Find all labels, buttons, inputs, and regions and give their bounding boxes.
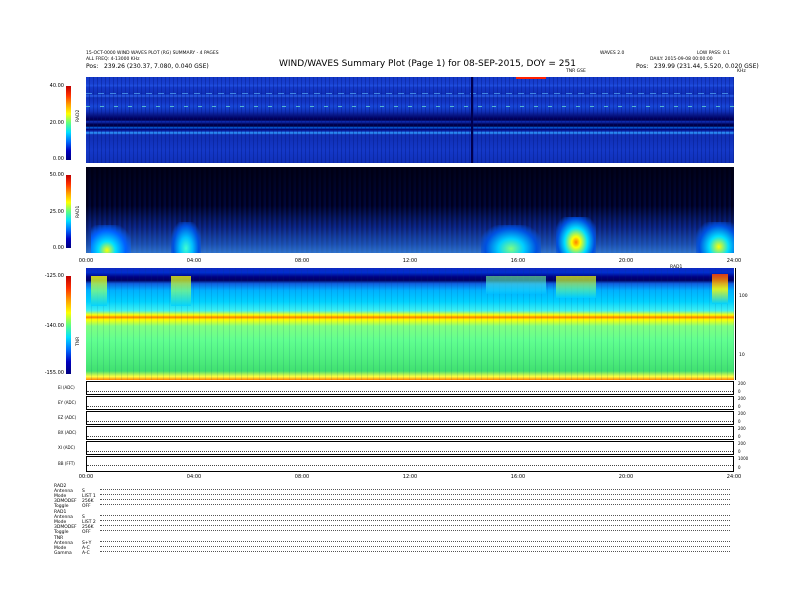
tnr-spectrogram bbox=[86, 268, 734, 380]
time-tick-12: 12:00 bbox=[402, 258, 418, 264]
rad2-cb-tick-bottom: 0.00 bbox=[52, 156, 64, 162]
param-rad2-toggle: Toggle bbox=[54, 504, 69, 509]
header-right-line2: DAILY: 2015-09-08 00:00:00 bbox=[650, 57, 713, 62]
rad2-cb-tick-top: 40.00 bbox=[49, 83, 64, 89]
param-dots-row bbox=[100, 518, 730, 521]
rad2-colorbar bbox=[66, 86, 71, 160]
strip-ey-label: EY (ADC) bbox=[58, 400, 76, 405]
rad2-spectrogram bbox=[86, 77, 734, 163]
param-dots-row bbox=[100, 492, 730, 495]
strip-bx-tick-bottom: 0 bbox=[738, 434, 741, 439]
lower-time-tick-0: 00:00 bbox=[78, 474, 94, 480]
strip-bb-label: BB (FFT) bbox=[58, 461, 75, 466]
header-right-2: LOW PASS: 0.1 bbox=[697, 51, 731, 56]
spacecraft-pos-left: 239.26 (230.37, 7.080, 0.040 GSE) bbox=[104, 63, 209, 70]
right-tag: KHz bbox=[737, 69, 746, 74]
strip-ez-tick-top: 200 bbox=[738, 411, 746, 416]
strip-ei-tick-bottom: 0 bbox=[738, 389, 741, 394]
tnr-cb-tick-bottom: -155.00 bbox=[44, 370, 64, 376]
lower-time-tick-20: 20:00 bbox=[618, 474, 634, 480]
header-line2: ALL FREQ: 4-13000 KHz bbox=[86, 57, 140, 62]
strip-bx-label: BX (ADC) bbox=[58, 430, 77, 435]
tnr-cb-tick-mid: -140.00 bbox=[44, 323, 64, 329]
lower-time-tick-24: 24:00 bbox=[726, 474, 742, 480]
strip-ei-tick-top: 200 bbox=[738, 381, 746, 386]
rad1-cb-tick-bottom: 0.00 bbox=[52, 245, 64, 251]
param-dots-row bbox=[100, 513, 730, 516]
rad1-cb-tick-mid: 25.00 bbox=[49, 209, 64, 215]
param-dots-row bbox=[100, 528, 730, 531]
time-tick-16: 16:00 bbox=[510, 258, 526, 264]
strip-xi bbox=[86, 441, 734, 455]
rad1-label: RAD1 bbox=[76, 205, 81, 218]
lower-time-tick-16: 16:00 bbox=[510, 474, 526, 480]
spacecraft-pos-left-label: Pos: bbox=[86, 63, 99, 70]
strip-xi-tick-top: 200 bbox=[738, 441, 746, 446]
page-title: WIND/WAVES Summary Plot (Page 1) for 08-… bbox=[279, 59, 576, 69]
strip-bx-tick-top: 200 bbox=[738, 426, 746, 431]
lower-time-tick-8: 08:00 bbox=[294, 474, 310, 480]
time-tick-20: 20:00 bbox=[618, 258, 634, 264]
param-dots-row bbox=[100, 502, 730, 505]
param-dots-row bbox=[100, 523, 730, 526]
time-tick-4: 04:00 bbox=[186, 258, 202, 264]
spacecraft-pos-right-label: Pos: bbox=[636, 63, 649, 70]
time-tick-24: 24:00 bbox=[726, 258, 742, 264]
tnr-right-axis bbox=[735, 268, 736, 380]
tnr-right-tick-10: 10 bbox=[739, 353, 745, 358]
strip-bb bbox=[86, 456, 734, 472]
rad2-label: RAD2 bbox=[76, 109, 81, 122]
strip-ey bbox=[86, 396, 734, 410]
strip-ey-tick-top: 200 bbox=[738, 396, 746, 401]
rad1-spectrogram bbox=[86, 167, 734, 253]
tnr-cb-tick-top: -125.00 bbox=[44, 273, 64, 279]
strip-ei bbox=[86, 381, 734, 395]
rad2-cb-tick-mid: 20.00 bbox=[49, 120, 64, 126]
lower-time-tick-12: 12:00 bbox=[402, 474, 418, 480]
strip-ey-tick-bottom: 0 bbox=[738, 404, 741, 409]
param-dots-row bbox=[100, 549, 730, 552]
strip-ei-label: EI (ADC) bbox=[58, 385, 75, 390]
strip-ez-label: EZ (ADC) bbox=[58, 415, 77, 420]
strip-xi-tick-bottom: 0 bbox=[738, 449, 741, 454]
strip-ez-tick-bottom: 0 bbox=[738, 419, 741, 424]
param-rad1-toggle-value: OFF bbox=[82, 530, 91, 535]
param-dots-row bbox=[100, 539, 730, 542]
rad1-cb-tick-top: 50.00 bbox=[49, 172, 64, 178]
param-dots-row bbox=[100, 487, 730, 490]
param-rad2-toggle-value: OFF bbox=[82, 504, 91, 509]
param-tnr-gamma-value: A-C bbox=[82, 551, 90, 556]
strip-bb-tick-bottom: 0 bbox=[738, 465, 741, 470]
tnr-label: TNR bbox=[76, 336, 81, 346]
header-line1: 15-OCT-0000 WIND WAVES PLOT (RG) SUMMARY… bbox=[86, 51, 219, 56]
strip-xi-label: XI (ADC) bbox=[58, 445, 75, 450]
strip-bx bbox=[86, 426, 734, 440]
mid-tag: TNR GSE bbox=[566, 69, 586, 74]
param-dots-row bbox=[100, 497, 730, 500]
strip-ez bbox=[86, 411, 734, 425]
param-rad1-toggle: Toggle bbox=[54, 530, 69, 535]
tnr-right-tick-100: 100 bbox=[739, 294, 748, 299]
tnr-colorbar bbox=[66, 276, 71, 374]
strip-bb-tick-top: 1000 bbox=[738, 456, 749, 461]
lower-time-tick-4: 04:00 bbox=[186, 474, 202, 480]
time-tick-0: 00:00 bbox=[78, 258, 94, 264]
time-tick-8: 08:00 bbox=[294, 258, 310, 264]
param-tnr-gamma: Gamma bbox=[54, 551, 72, 556]
param-dots-row bbox=[100, 544, 730, 547]
header-right-1: WAVES 2.0 bbox=[600, 51, 625, 56]
rad1-colorbar bbox=[66, 175, 71, 248]
